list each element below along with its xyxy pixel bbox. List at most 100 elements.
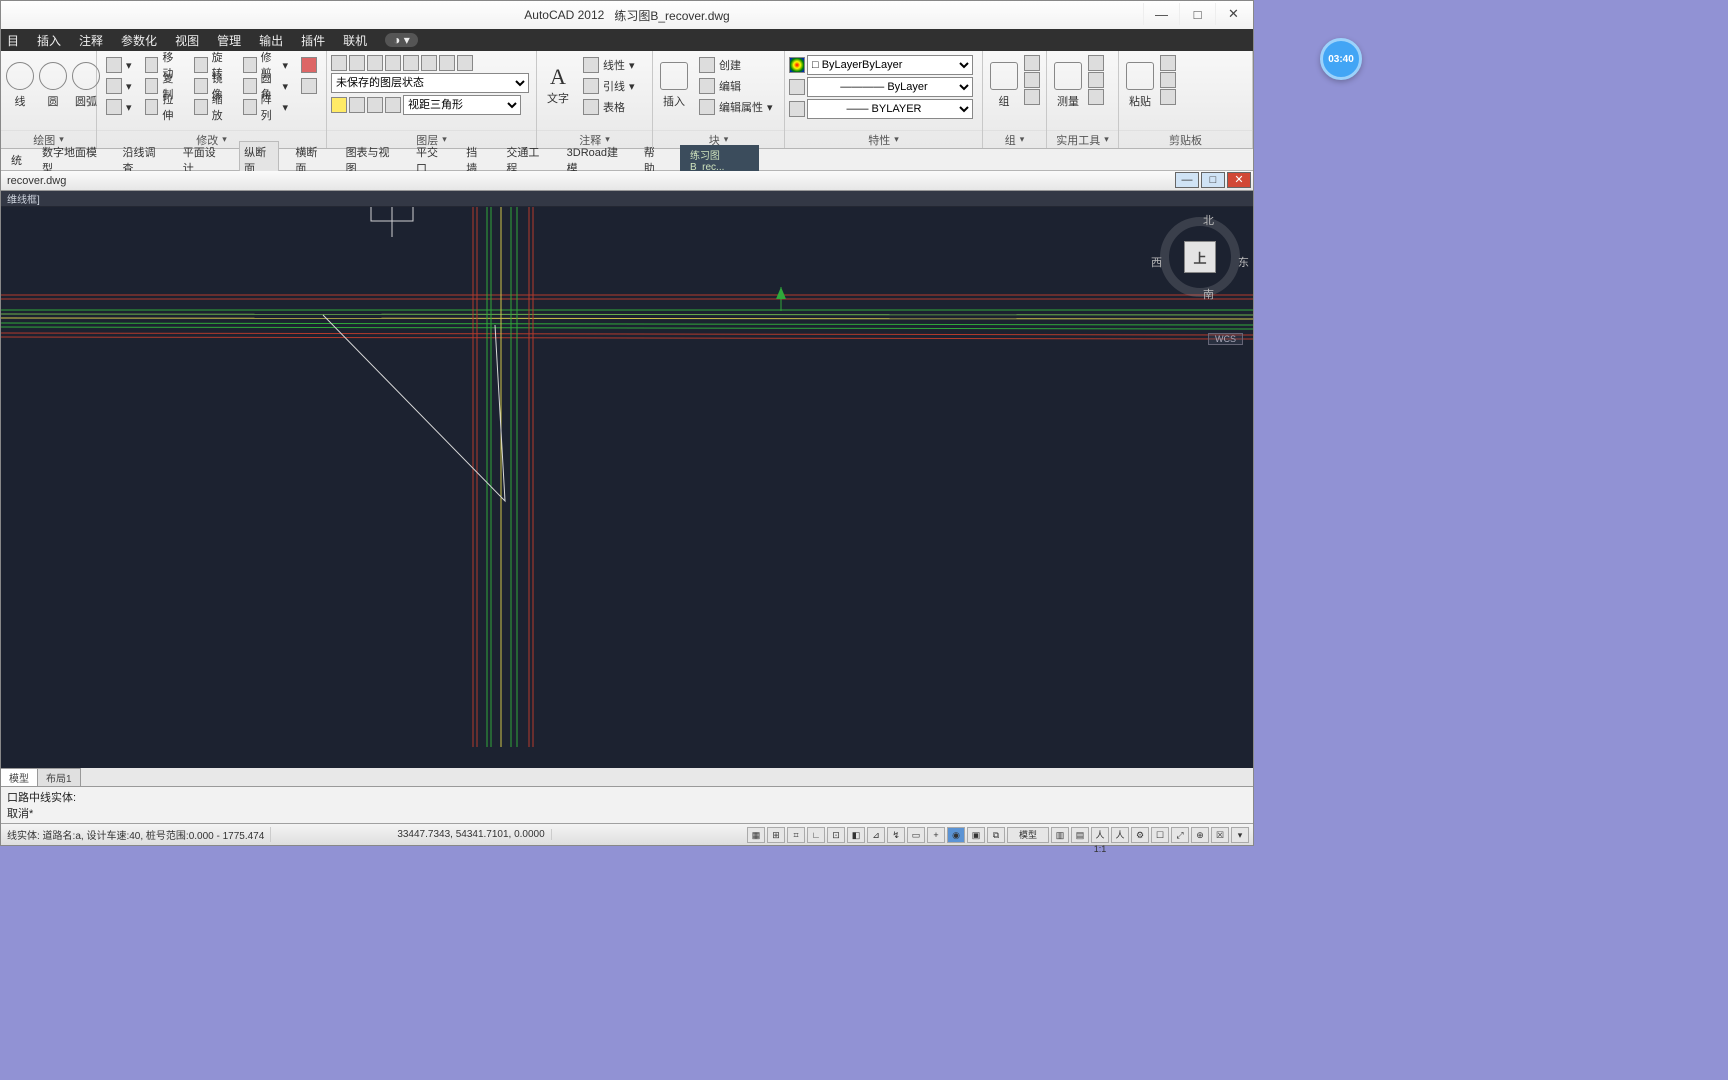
insert-tool[interactable]: 插入: [657, 55, 691, 115]
panel-title-block[interactable]: 块: [653, 130, 784, 148]
table-tool[interactable]: 表格: [578, 97, 640, 117]
status-toggle[interactable]: ⌗: [787, 827, 805, 843]
scale-icon: [194, 99, 208, 115]
trim-icon: [243, 57, 256, 73]
layer-icon[interactable]: [331, 55, 347, 71]
leader-tool[interactable]: 引线 ▾: [578, 76, 640, 96]
maximize-button[interactable]: □: [1179, 3, 1215, 25]
paste-tool[interactable]: 粘贴: [1123, 55, 1157, 115]
coords: 33447.7343, 54341.7101, 0.0000: [391, 829, 551, 840]
doc-maximize[interactable]: □: [1201, 172, 1225, 188]
panel-title-prop[interactable]: 特性: [785, 130, 982, 148]
cut-icon[interactable]: [1160, 55, 1176, 71]
menu-item[interactable]: 参数化: [121, 32, 157, 49]
model-button[interactable]: 模型: [1007, 827, 1049, 843]
stretch-tool[interactable]: 拉伸: [140, 97, 186, 117]
status-toggle[interactable]: ▣: [967, 827, 985, 843]
menu-item[interactable]: 插件: [301, 32, 325, 49]
layout-tab[interactable]: 模型: [1, 768, 38, 786]
status-toggle[interactable]: ▦: [747, 827, 765, 843]
panel-title-modify[interactable]: 修改: [97, 130, 326, 148]
menu-item[interactable]: 插入: [37, 32, 61, 49]
scale-tool[interactable]: 缩放: [189, 97, 235, 117]
menu-item[interactable]: 视图: [175, 32, 199, 49]
group-tool[interactable]: 组: [987, 55, 1021, 115]
measure-tool[interactable]: 测量: [1051, 55, 1085, 115]
scale[interactable]: 人 1:1: [1091, 827, 1109, 843]
panel-title-layer[interactable]: 图层: [327, 130, 536, 148]
create-block-tool[interactable]: 创建: [694, 55, 778, 75]
tool-small[interactable]: ▾: [101, 76, 137, 96]
status-toggle[interactable]: ↯: [887, 827, 905, 843]
drawing-canvas[interactable]: 北 南 西 东 上 WCS: [1, 207, 1253, 768]
circle-icon: [39, 62, 67, 90]
status-toggle[interactable]: ▭: [907, 827, 925, 843]
tool-small[interactable]: ▾: [101, 97, 137, 117]
group-icon: [990, 62, 1018, 90]
panel-title-clip: 剪贴板: [1119, 130, 1252, 148]
linear-dim-tool[interactable]: 线性 ▾: [578, 55, 640, 75]
rotate-icon: [194, 57, 208, 73]
lineweight-combo[interactable]: —— BYLAYER: [807, 99, 973, 119]
drawing-svg: [1, 207, 1253, 747]
edit-attr-tool[interactable]: 编辑属性 ▾: [694, 97, 778, 117]
status-toggle[interactable]: +: [927, 827, 945, 843]
close-button[interactable]: ✕: [1215, 3, 1251, 25]
tool-small[interactable]: ▾: [101, 55, 137, 75]
panel-title-draw[interactable]: 绘图: [1, 130, 96, 148]
panel-title-util[interactable]: 实用工具: [1047, 130, 1118, 148]
status-toggle[interactable]: ⊞: [767, 827, 785, 843]
layer-combo[interactable]: 视距三角形: [403, 95, 521, 115]
file-tab[interactable]: 练习图B_rec...: [680, 145, 759, 175]
wcs-label[interactable]: WCS: [1208, 333, 1243, 345]
search-button[interactable]: ◑ ▾: [385, 33, 418, 47]
ribbon: 线 圆 圆弧 绘图 ▾ ▾ ▾ 移动 复制 拉伸 旋转 镜像 缩放: [1, 51, 1253, 149]
menu-item[interactable]: 注释: [79, 32, 103, 49]
panel-title-grp[interactable]: 组: [983, 130, 1046, 148]
status-toggle[interactable]: ⊡: [827, 827, 845, 843]
sec-menu-item[interactable]: 统: [7, 150, 26, 170]
layer-state-combo[interactable]: 未保存的图层状态: [331, 73, 529, 93]
measure-icon: [1054, 62, 1082, 90]
mirror-icon: [194, 78, 208, 94]
text-tool[interactable]: A文字: [541, 55, 575, 115]
viewcube[interactable]: 北 南 西 东 上: [1157, 217, 1243, 317]
panel-title-anno[interactable]: 注释: [537, 130, 652, 148]
array-tool[interactable]: 阵列 ▾: [238, 97, 293, 117]
minimize-button[interactable]: —: [1143, 3, 1179, 25]
status-toggle[interactable]: ◉: [947, 827, 965, 843]
command-line[interactable]: 口路中线实体: 取消*: [1, 786, 1253, 823]
tool-small[interactable]: [296, 55, 322, 75]
menu-item[interactable]: 目: [7, 32, 19, 49]
line-tool[interactable]: 线: [5, 55, 35, 115]
ribbon-tabs: 目 插入 注释 参数化 视图 管理 输出 插件 联机 ◑ ▾: [1, 29, 1253, 51]
circle-tool[interactable]: 圆: [38, 55, 68, 115]
status-info: 线实体: 道路名:a, 设计车速:40, 桩号范围:0.000 - 1775.4…: [1, 827, 271, 842]
menu-item[interactable]: 联机: [343, 32, 367, 49]
tool-small[interactable]: [296, 76, 322, 96]
status-toggle[interactable]: ⧉: [987, 827, 1005, 843]
file-name: 练习图B_recover.dwg: [614, 7, 729, 24]
layout-tab[interactable]: 布局1: [38, 768, 81, 786]
copy-icon: [145, 78, 159, 94]
doc-title: recover.dwg: [7, 175, 66, 187]
menu-item[interactable]: 管理: [217, 32, 241, 49]
edit-block-tool[interactable]: 编辑: [694, 76, 778, 96]
doc-minimize[interactable]: —: [1175, 172, 1199, 188]
secondary-menu: 统 数字地面模型 沿线调查 平面设计 纵断面 横断面 图表与视图 平交口 挡墙 …: [1, 149, 1253, 171]
viewport-label: 维线框]: [1, 191, 1253, 207]
move-icon: [145, 57, 159, 73]
status-toggle[interactable]: ⊿: [867, 827, 885, 843]
doc-close[interactable]: ✕: [1227, 172, 1251, 188]
status-toggle[interactable]: ◧: [847, 827, 865, 843]
app-title: AutoCAD 2012: [524, 8, 604, 22]
linetype-combo[interactable]: ———— ByLayer: [807, 77, 973, 97]
color-combo[interactable]: □ ByLayerByLayer: [807, 55, 973, 75]
timer-overlay: 03:40: [1320, 38, 1362, 80]
viewcube-top[interactable]: 上: [1184, 241, 1216, 273]
array-icon: [243, 99, 256, 115]
menu-item[interactable]: 输出: [259, 32, 283, 49]
line-icon: [6, 62, 34, 90]
doc-header: recover.dwg — □ ✕: [1, 171, 1253, 191]
status-toggle[interactable]: ∟: [807, 827, 825, 843]
